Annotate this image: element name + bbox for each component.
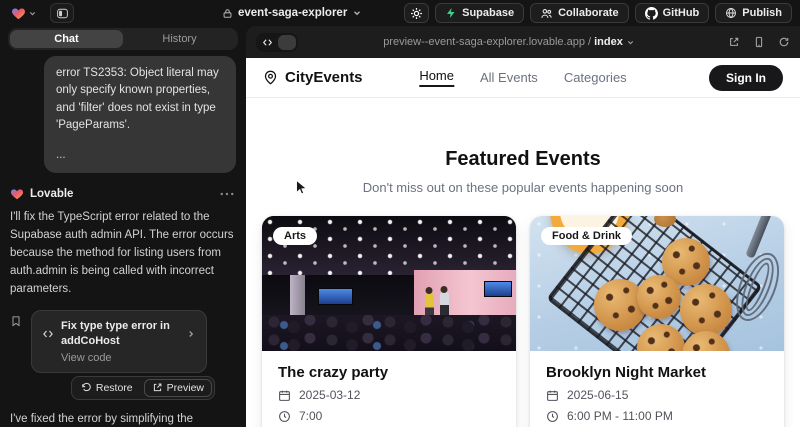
map-pin-icon — [263, 70, 278, 85]
chevron-right-icon — [186, 329, 196, 339]
version-actions: Restore Preview — [71, 376, 215, 400]
calendar-icon — [546, 389, 559, 402]
site-navbar: CityEvents Home All Events Categories Si… — [246, 58, 800, 98]
code-preview-toggle[interactable] — [256, 33, 298, 52]
event-card-brooklyn-market[interactable]: Food & Drink Brooklyn Night Market 2025-… — [530, 216, 784, 427]
tab-history[interactable]: History — [123, 30, 236, 48]
site-preview: CityEvents Home All Events Categories Si… — [246, 58, 800, 427]
chevron-down-icon — [352, 8, 362, 18]
github-button[interactable]: GitHub — [635, 3, 710, 23]
sidebar-panel-icon — [56, 7, 69, 20]
calendar-icon — [278, 389, 291, 402]
section-subtitle: Don't miss out on these popular events h… — [246, 180, 800, 195]
nav-link-home[interactable]: Home — [419, 68, 454, 87]
chat-messages: error TS2353: Object literal may only sp… — [0, 56, 246, 427]
user-message-ellipsis: ... — [56, 147, 224, 164]
github-icon — [645, 7, 658, 20]
event-date: 2025-06-15 — [546, 388, 768, 402]
category-badge: Arts — [273, 227, 317, 245]
section-title: Featured Events — [246, 148, 800, 171]
event-image-cookies: Food & Drink — [530, 216, 784, 351]
project-name: event-saga-explorer — [238, 7, 347, 19]
sign-in-button[interactable]: Sign In — [709, 65, 783, 91]
category-badge: Food & Drink — [541, 227, 632, 245]
publish-button[interactable]: Publish — [715, 3, 792, 23]
project-selector[interactable]: event-saga-explorer — [222, 0, 362, 26]
url-bar[interactable]: preview--event-saga-explorer.lovable.app… — [298, 36, 720, 48]
event-title: Brooklyn Night Market — [546, 364, 768, 381]
event-card-crazy-party[interactable]: Arts The crazy party 2025-03-12 — [262, 216, 516, 427]
preview-pane: preview--event-saga-explorer.lovable.app… — [246, 26, 800, 427]
restore-button[interactable]: Restore — [74, 379, 140, 397]
preview-toolbar: preview--event-saga-explorer.lovable.app… — [246, 26, 800, 58]
event-time: 7:00 — [278, 409, 500, 423]
code-view-icon[interactable] — [258, 35, 276, 50]
assistant-message-outro: I've fixed the error by simplifying the … — [10, 411, 236, 427]
code-icon — [42, 328, 54, 340]
refresh-icon[interactable] — [778, 36, 790, 48]
tab-chat[interactable]: Chat — [10, 30, 123, 48]
bookmark-icon[interactable] — [10, 315, 22, 400]
collaborate-button[interactable]: Collaborate — [530, 3, 629, 23]
preview-url-page: index — [594, 36, 623, 48]
chat-history-tabs: Chat History — [8, 28, 238, 50]
version-card[interactable]: Fix type type error in addCoHost View co… — [31, 310, 207, 373]
lovable-heart-icon — [10, 187, 24, 201]
nav-link-all-events[interactable]: All Events — [480, 70, 538, 85]
toggle-sidebar-button[interactable] — [50, 3, 74, 23]
chevron-down-icon — [626, 38, 635, 47]
globe-icon — [725, 7, 737, 19]
site-brand[interactable]: CityEvents — [263, 69, 363, 86]
supabase-button[interactable]: Supabase — [435, 3, 524, 23]
assistant-message-intro: I'll fix the TypeScript error related to… — [10, 209, 236, 298]
gear-icon — [410, 7, 423, 20]
message-menu-button[interactable] — [218, 190, 236, 198]
restore-icon — [81, 382, 92, 393]
nav-link-categories[interactable]: Categories — [564, 70, 627, 85]
event-date: 2025-03-12 — [278, 388, 500, 402]
event-title: The crazy party — [278, 364, 500, 381]
view-code-link[interactable]: View code — [61, 352, 196, 364]
clock-icon — [278, 410, 291, 423]
open-in-new-window-icon[interactable] — [728, 36, 740, 48]
mobile-view-icon[interactable] — [753, 36, 765, 48]
version-title: Fix type type error in addCoHost — [61, 319, 179, 348]
lock-icon — [222, 8, 233, 19]
preview-button[interactable]: Preview — [144, 379, 212, 397]
lovable-heart-icon — [11, 6, 26, 21]
lovable-logo-menu[interactable] — [8, 4, 40, 23]
chevron-down-icon — [28, 9, 37, 18]
clock-icon — [546, 410, 559, 423]
supabase-bolt-icon — [445, 7, 457, 19]
top-bar: event-saga-explorer Supabase Collaborate — [0, 0, 800, 26]
user-message-bubble: error TS2353: Object literal may only sp… — [44, 56, 236, 173]
user-error-text: error TS2353: Object literal may only sp… — [56, 65, 224, 134]
external-link-icon — [152, 382, 163, 393]
chat-sidebar: Chat History error TS2353: Object litera… — [0, 26, 246, 427]
settings-button[interactable] — [404, 3, 429, 23]
preview-view-segment[interactable] — [278, 35, 296, 50]
event-image-party: Arts — [262, 216, 516, 351]
assistant-name: Lovable — [30, 188, 73, 200]
users-icon — [540, 7, 553, 20]
event-time: 6:00 PM - 11:00 PM — [546, 409, 768, 423]
preview-url-host: preview--event-saga-explorer.lovable.app… — [383, 36, 591, 48]
